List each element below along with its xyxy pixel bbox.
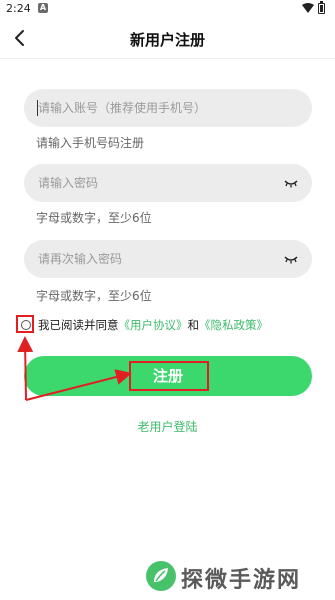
watermark: 探微手游网: [145, 560, 325, 594]
agreement-row: 我已阅读并同意《用户协议》和《隐私政策》: [16, 313, 316, 335]
account-input[interactable]: [38, 89, 278, 127]
register-label: 注册: [152, 367, 183, 385]
leaf-logo-icon: [146, 561, 176, 591]
eye-closed-icon[interactable]: [284, 177, 298, 189]
battery-icon: [318, 1, 325, 14]
account-field[interactable]: [24, 89, 312, 127]
password-hint: 字母或数字，至少6位: [36, 211, 152, 225]
privacy-policy-link[interactable]: 《隐私政策》: [199, 318, 268, 332]
old-user-login-link[interactable]: 老用户登陆: [0, 418, 335, 435]
agreement-checkbox[interactable]: [16, 315, 34, 333]
status-bar: 2:24 A: [0, 0, 335, 18]
agreement-text: 我已阅读并同意《用户协议》和《隐私政策》: [38, 317, 268, 333]
register-button[interactable]: 注册: [24, 356, 312, 396]
notification-badge: A: [38, 3, 48, 13]
user-agreement-link[interactable]: 《用户协议》: [119, 318, 188, 332]
page-title: 新用户注册: [129, 31, 205, 49]
status-time: 2:24: [6, 2, 31, 15]
confirm-password-field[interactable]: [24, 240, 312, 278]
watermark-text: 探微手游网: [181, 568, 302, 593]
eye-closed-icon[interactable]: [284, 253, 298, 265]
radio-circle-icon: [21, 320, 31, 330]
agreement-conjunction: 和: [187, 318, 200, 332]
account-hint: 请输入手机号码注册: [36, 136, 145, 150]
wifi-icon: [302, 3, 314, 13]
confirm-password-input[interactable]: [38, 240, 278, 278]
password-input[interactable]: [38, 164, 278, 202]
header-divider: [0, 58, 335, 59]
confirm-password-hint: 字母或数字，至少6位: [36, 289, 152, 303]
password-field[interactable]: [24, 164, 312, 202]
nav-bar: 新用户注册: [0, 18, 335, 58]
agreement-prefix: 我已阅读并同意: [38, 318, 119, 332]
